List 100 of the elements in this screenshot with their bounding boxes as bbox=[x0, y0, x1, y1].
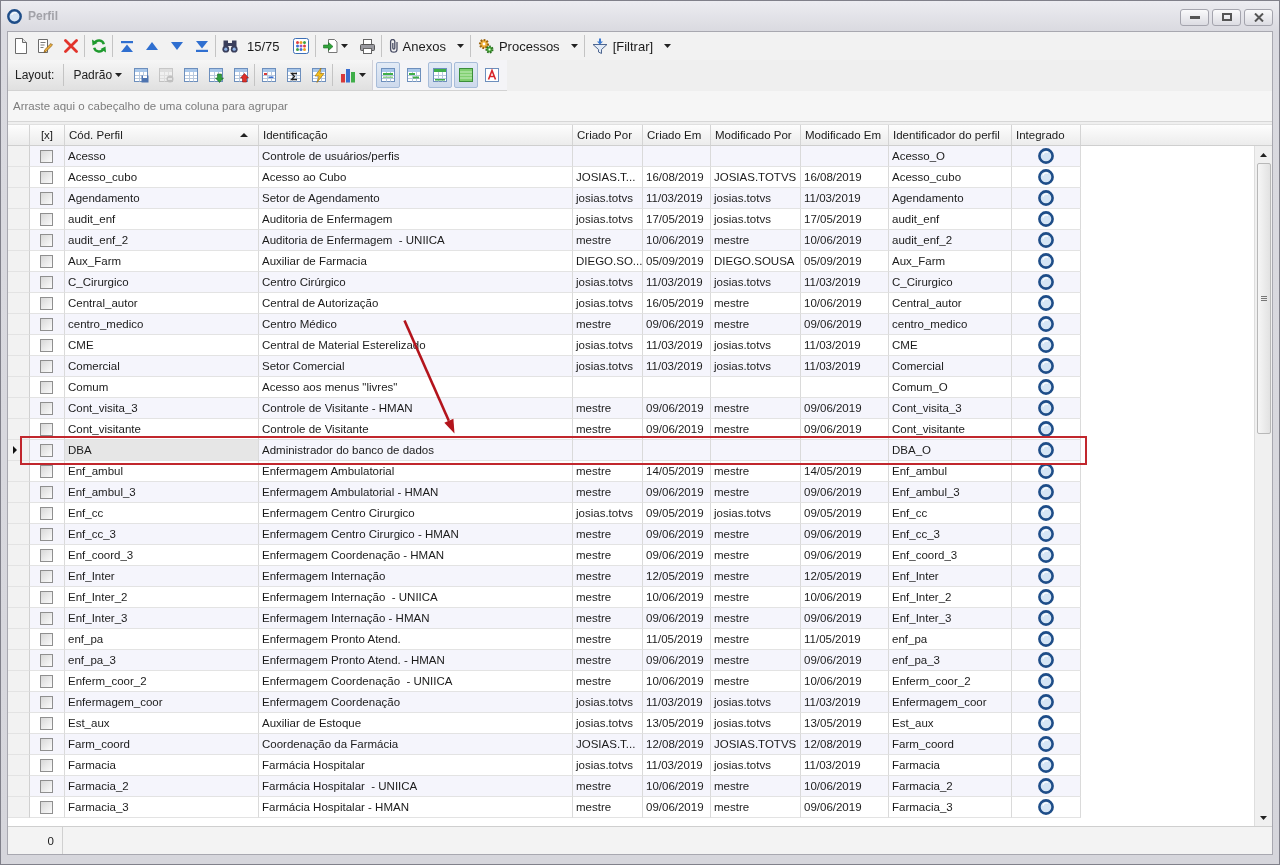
close-button[interactable] bbox=[1244, 8, 1273, 26]
row-checkbox[interactable] bbox=[39, 170, 53, 184]
row-checkbox[interactable] bbox=[39, 716, 53, 730]
close-icon bbox=[1253, 12, 1264, 22]
bar-chart-icon[interactable] bbox=[340, 67, 357, 83]
row-checkbox[interactable] bbox=[39, 527, 53, 541]
triangle-down-icon[interactable] bbox=[1260, 815, 1267, 820]
row-checkbox[interactable] bbox=[39, 422, 53, 436]
triangle-down-bar-icon[interactable] bbox=[195, 40, 208, 52]
column-header[interactable]: Modificado Por bbox=[711, 125, 801, 145]
binoculars-icon[interactable] bbox=[221, 39, 238, 53]
row-checkbox[interactable] bbox=[39, 212, 53, 226]
row-checkbox[interactable] bbox=[39, 674, 53, 688]
row-checkbox[interactable] bbox=[39, 485, 53, 499]
caret-icon[interactable] bbox=[664, 44, 672, 48]
row-checkbox[interactable] bbox=[39, 695, 53, 709]
row-checkbox[interactable] bbox=[39, 380, 53, 394]
row-checkbox[interactable] bbox=[39, 779, 53, 793]
table-rows-icon bbox=[380, 67, 397, 83]
table-cell: 09/06/2019 bbox=[801, 797, 889, 818]
column-header[interactable]: Cód. Perfil bbox=[65, 125, 259, 145]
layout-label: Layout: bbox=[14, 68, 56, 82]
edit-document-icon[interactable] bbox=[38, 39, 53, 53]
dot-grid-icon[interactable] bbox=[293, 38, 310, 54]
triangle-up-icon[interactable] bbox=[1260, 152, 1267, 157]
row-checkbox[interactable] bbox=[39, 590, 53, 604]
grip-icon bbox=[1260, 296, 1267, 301]
summary-cell: 0 bbox=[8, 827, 63, 854]
row-checkbox[interactable] bbox=[39, 233, 53, 247]
row-checkbox[interactable] bbox=[39, 296, 53, 310]
row-checkbox[interactable] bbox=[39, 737, 53, 751]
minimize-icon bbox=[1189, 15, 1200, 19]
row-checkbox[interactable] bbox=[39, 191, 53, 205]
new-document-icon[interactable] bbox=[14, 38, 27, 54]
printer-icon[interactable] bbox=[359, 38, 375, 54]
layout-dropdown[interactable]: Padrão bbox=[65, 63, 129, 87]
table-cell: mestre bbox=[573, 797, 643, 818]
row-checkbox[interactable] bbox=[39, 506, 53, 520]
record-counter: 15/75 bbox=[246, 38, 281, 54]
caret-icon[interactable] bbox=[341, 44, 349, 48]
view-toggle[interactable] bbox=[428, 62, 453, 88]
row-checkbox[interactable] bbox=[39, 149, 53, 163]
scrollbar-thumb[interactable] bbox=[1256, 163, 1271, 434]
row-checkbox[interactable] bbox=[39, 275, 53, 289]
maximize-icon bbox=[1221, 13, 1232, 21]
attachments-button[interactable]: Anexos bbox=[382, 34, 469, 58]
ring-icon bbox=[7, 8, 22, 24]
column-header[interactable]: Modificado Em bbox=[801, 125, 889, 145]
gears-icon bbox=[477, 38, 494, 54]
table-cell: Farmacia_3 bbox=[65, 797, 259, 818]
column-header[interactable]: Integrado bbox=[1012, 125, 1081, 145]
processes-button[interactable]: Processos bbox=[471, 34, 583, 58]
row-checkbox[interactable] bbox=[39, 569, 53, 583]
column-header[interactable]: Identificação bbox=[259, 125, 573, 145]
caret-icon[interactable] bbox=[570, 44, 578, 48]
table-icon[interactable] bbox=[182, 67, 199, 83]
minimize-button[interactable] bbox=[1180, 8, 1209, 26]
table-cell: DBA bbox=[65, 440, 259, 461]
table-cell: mestre bbox=[711, 797, 801, 818]
scrollbar[interactable] bbox=[1254, 146, 1272, 826]
group-by-hint: Arraste aqui o cabeçalho de uma coluna para agrupar bbox=[13, 100, 288, 112]
row-checkbox[interactable] bbox=[39, 611, 53, 625]
funnel-icon bbox=[591, 38, 608, 54]
caret-icon[interactable] bbox=[359, 73, 367, 77]
row-checkbox[interactable] bbox=[39, 632, 53, 646]
paperclip-icon bbox=[388, 39, 398, 53]
bar-triangle-up-icon[interactable] bbox=[120, 40, 133, 52]
font-icon bbox=[484, 67, 501, 83]
row-checkbox[interactable] bbox=[39, 758, 53, 772]
row-checkbox[interactable] bbox=[39, 548, 53, 562]
view-toggle[interactable] bbox=[376, 62, 401, 88]
caret-icon[interactable] bbox=[456, 44, 464, 48]
row-checkbox[interactable] bbox=[39, 443, 53, 457]
filter-button[interactable]: [Filtrar] bbox=[585, 34, 677, 58]
table-header-icon bbox=[432, 67, 449, 83]
table-columns-icon[interactable] bbox=[260, 67, 277, 83]
maximize-button[interactable] bbox=[1212, 8, 1241, 26]
refresh-icon[interactable] bbox=[90, 38, 107, 54]
column-header[interactable]: [x] bbox=[30, 125, 65, 145]
table-cell: Farmacia_3 bbox=[889, 797, 1012, 818]
row-checkbox[interactable] bbox=[39, 401, 53, 415]
table-sigma-icon[interactable] bbox=[285, 67, 302, 83]
row-checkbox[interactable] bbox=[39, 359, 53, 373]
row-checkbox[interactable] bbox=[39, 653, 53, 667]
row-checkbox[interactable] bbox=[39, 800, 53, 814]
delete-icon[interactable] bbox=[63, 39, 78, 53]
column-header[interactable]: Criado Por bbox=[573, 125, 643, 145]
row-checkbox[interactable] bbox=[39, 254, 53, 268]
row-pointer-icon bbox=[13, 446, 17, 454]
view-toggle[interactable] bbox=[454, 62, 479, 88]
row-checkbox[interactable] bbox=[39, 338, 53, 352]
document-arrow-icon[interactable] bbox=[323, 39, 339, 53]
row-checkbox[interactable] bbox=[39, 317, 53, 331]
table-lightning-icon[interactable] bbox=[310, 67, 327, 83]
window-title: Perfil bbox=[28, 9, 58, 23]
table-cell: 09/06/2019 bbox=[643, 797, 711, 818]
caret-icon[interactable] bbox=[115, 73, 123, 77]
column-header[interactable]: Criado Em bbox=[643, 125, 711, 145]
column-header[interactable]: Identificador do perfil bbox=[889, 125, 1012, 145]
table-filled-icon bbox=[458, 67, 475, 83]
